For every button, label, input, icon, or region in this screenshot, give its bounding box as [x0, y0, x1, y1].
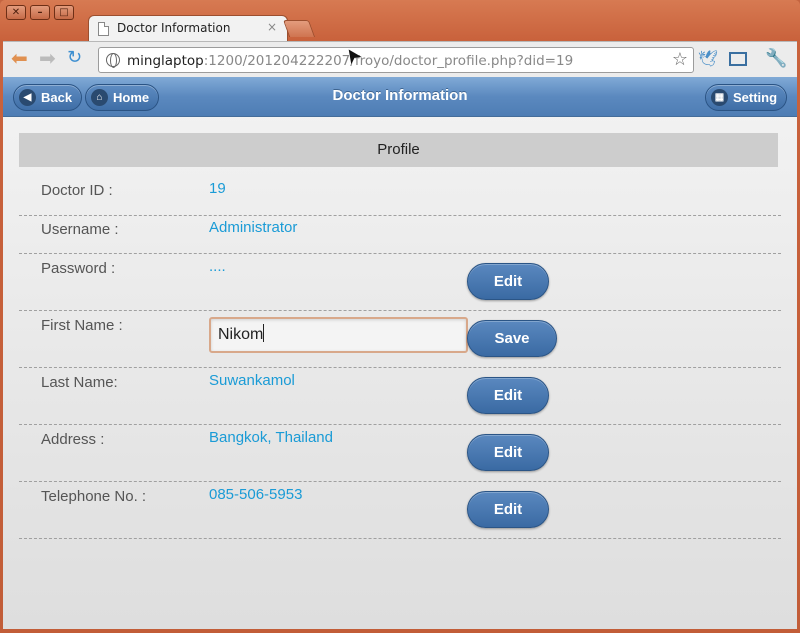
username-row: Username : Administrator: [19, 216, 781, 254]
browser-window: ✕ – □ Doctor Information × ⬅ ➡ ↻ minglap…: [0, 0, 800, 633]
new-tab-button[interactable]: [282, 20, 316, 37]
profile-section-header: Profile: [19, 133, 778, 167]
doctor-id-row: Doctor ID : 19: [19, 178, 781, 216]
address-row: Address : Bangkok, Thailand Edit: [19, 425, 781, 482]
setting-button[interactable]: ▦ Setting: [705, 84, 788, 111]
password-value: ....: [209, 258, 226, 275]
save-first-name-button[interactable]: Save: [467, 320, 557, 357]
tab-close-icon[interactable]: ×: [267, 20, 277, 34]
telephone-value: 085-506-5953: [209, 486, 303, 503]
first-name-row: First Name : Nikom Save: [19, 311, 781, 368]
browser-tab[interactable]: Doctor Information ×: [88, 15, 288, 42]
globe-icon: [106, 53, 120, 68]
screen-capture-icon[interactable]: [729, 52, 747, 66]
password-label: Password :: [41, 260, 116, 277]
extension-bird-icon[interactable]: 🕊: [698, 50, 718, 68]
last-name-row: Last Name: Suwankamol Edit: [19, 368, 781, 425]
telephone-row: Telephone No. : 085-506-5953 Edit: [19, 482, 781, 539]
browser-toolbar: ⬅ ➡ ↻ minglaptop:1200/201204222207/froyo…: [3, 41, 797, 77]
edit-address-button[interactable]: Edit: [467, 434, 549, 471]
first-name-input-value: Nikom: [218, 326, 264, 343]
forward-arrow-icon[interactable]: ➡: [39, 48, 56, 68]
username-label: Username :: [41, 221, 119, 238]
reload-icon[interactable]: ↻: [67, 48, 82, 68]
app-header: ◀ Back ⌂ Home Doctor Information ▦ Setti…: [3, 77, 797, 117]
address-bar[interactable]: minglaptop:1200/201204222207/froyo/docto…: [98, 47, 694, 73]
window-controls: ✕ – □: [6, 5, 74, 20]
back-arrow-icon[interactable]: ⬅: [11, 48, 28, 68]
last-name-label: Last Name:: [41, 374, 118, 391]
url-host: minglaptop: [127, 53, 204, 69]
page-title: Doctor Information: [332, 87, 468, 104]
first-name-label: First Name :: [41, 317, 123, 334]
wrench-icon[interactable]: 🔧: [765, 50, 787, 68]
page-content: ◀ Back ⌂ Home Doctor Information ▦ Setti…: [3, 77, 797, 629]
telephone-label: Telephone No. :: [41, 488, 147, 505]
text-caret: [263, 324, 265, 342]
minimize-window-icon[interactable]: –: [30, 5, 50, 20]
doctor-id-label: Doctor ID :: [41, 182, 113, 199]
bookmark-star-icon[interactable]: ☆: [672, 49, 688, 70]
url-path: :1200/201204222207/froyo/doctor_profile.…: [203, 53, 574, 69]
tab-title: Doctor Information: [117, 21, 231, 35]
password-row: Password : .... Edit: [19, 254, 781, 311]
setting-button-label: Setting: [733, 90, 778, 105]
username-value: Administrator: [209, 219, 298, 236]
maximize-window-icon[interactable]: □: [54, 5, 74, 20]
last-name-value: Suwankamol: [209, 372, 295, 389]
page-icon: [98, 22, 109, 36]
address-label: Address :: [41, 431, 105, 448]
edit-password-button[interactable]: Edit: [467, 263, 549, 300]
close-window-icon[interactable]: ✕: [6, 5, 26, 20]
grid-icon: ▦: [711, 89, 728, 106]
edit-telephone-button[interactable]: Edit: [467, 491, 549, 528]
address-value: Bangkok, Thailand: [209, 429, 333, 446]
doctor-id-value: 19: [209, 180, 226, 197]
first-name-input[interactable]: Nikom: [209, 317, 468, 353]
edit-last-name-button[interactable]: Edit: [467, 377, 549, 414]
